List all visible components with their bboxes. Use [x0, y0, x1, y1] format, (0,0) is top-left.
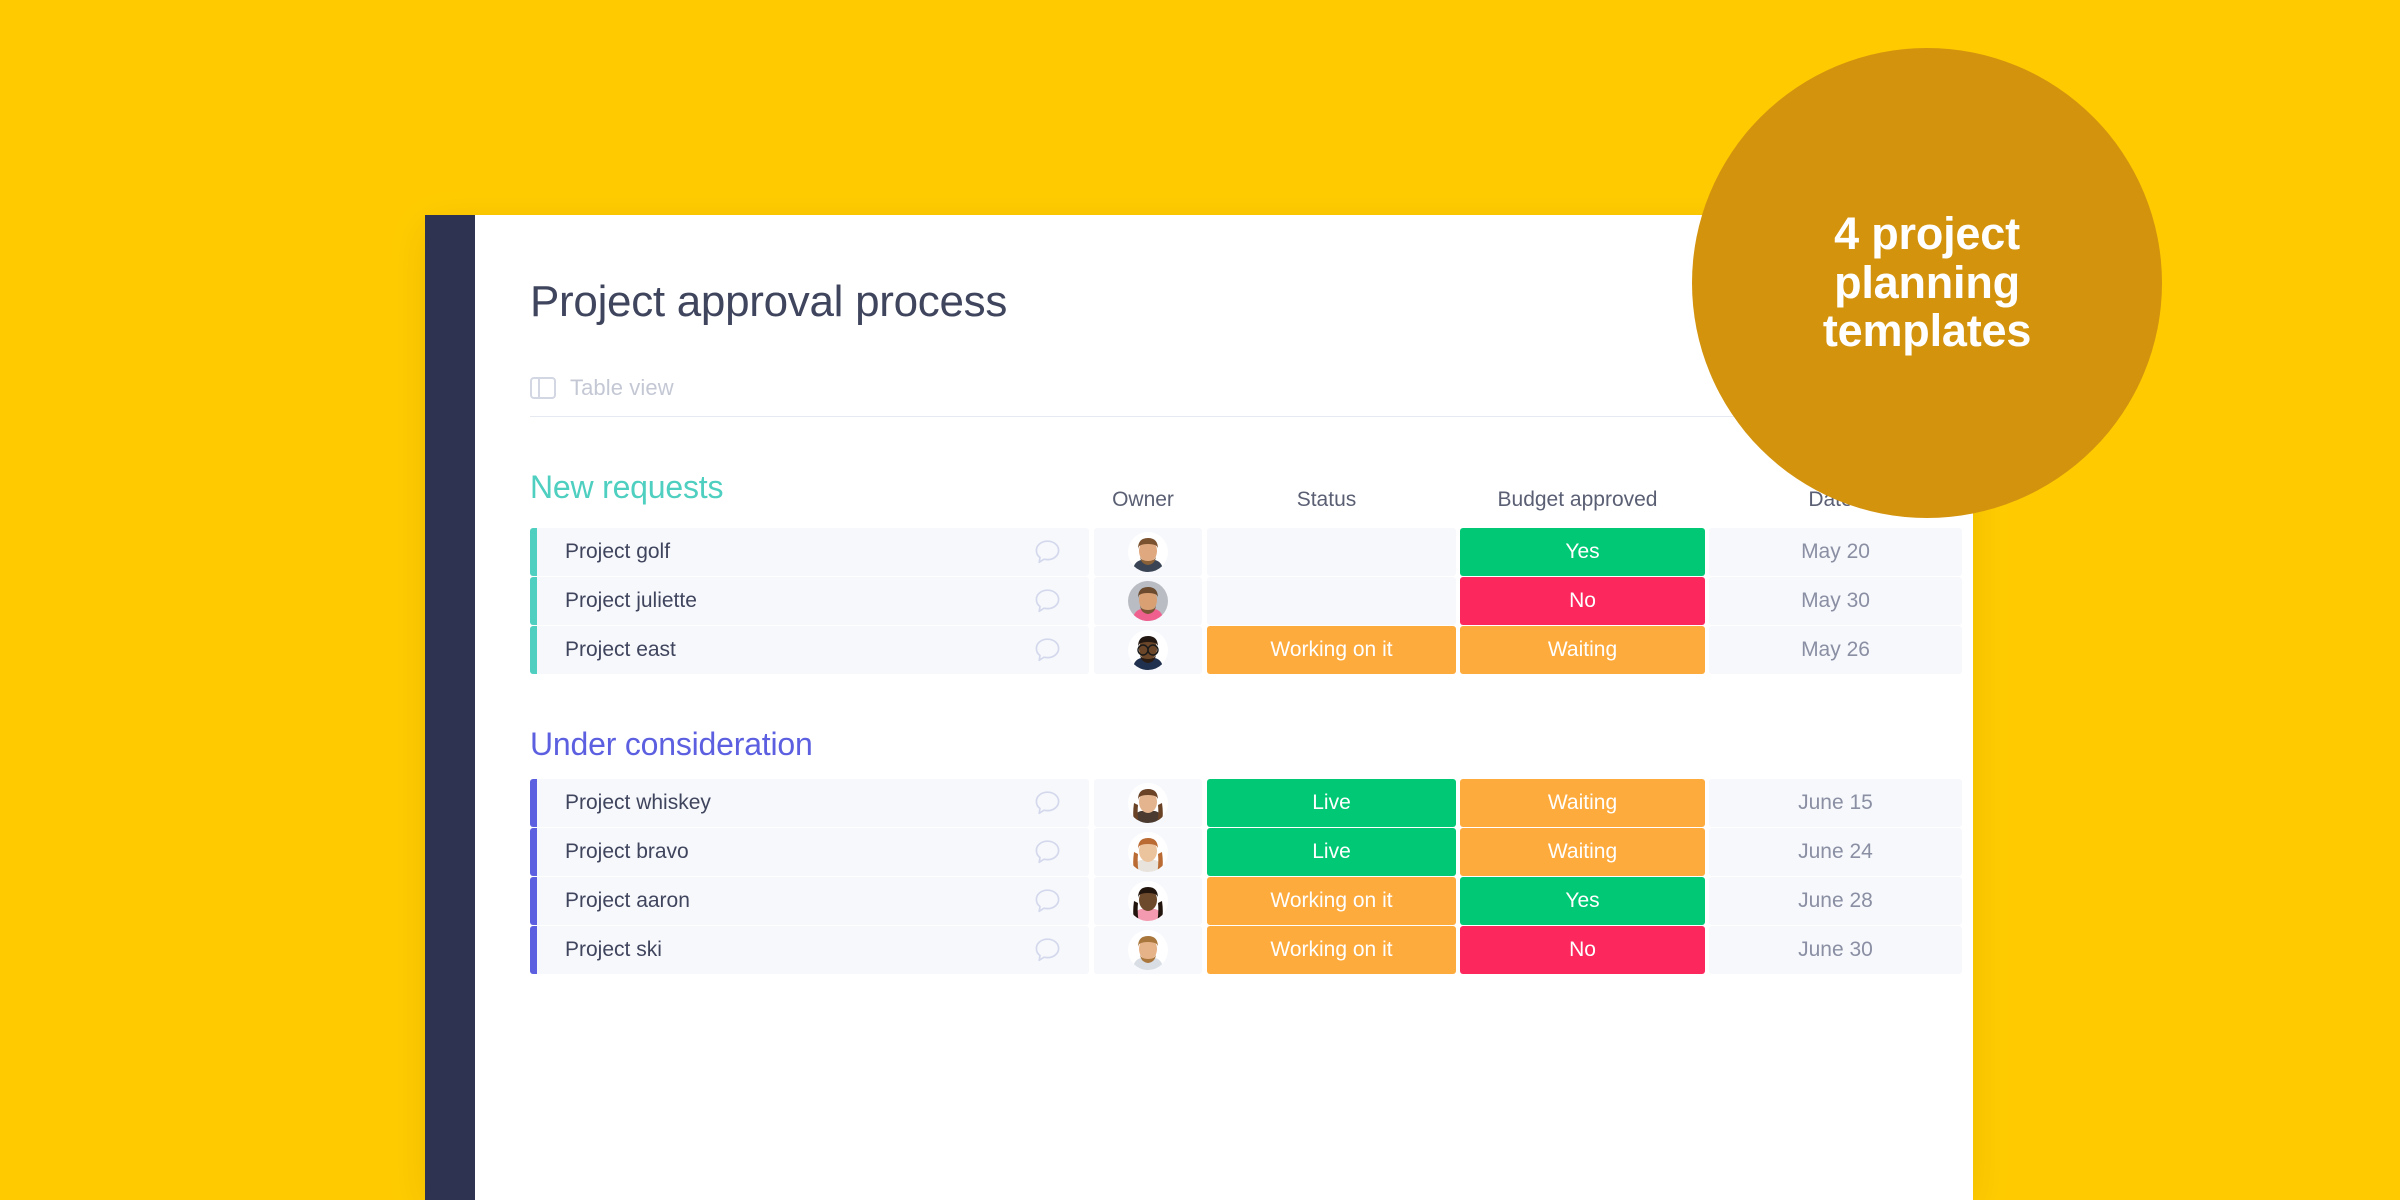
row-name-cell[interactable]: Project ski [537, 926, 1089, 974]
row-owner-cell[interactable] [1094, 528, 1202, 576]
avatar [1128, 930, 1168, 970]
status-badge[interactable]: Live [1207, 779, 1456, 827]
avatar [1128, 630, 1168, 670]
comment-bubble-icon[interactable] [1034, 539, 1061, 565]
status-badge[interactable]: Working on it [1207, 626, 1456, 674]
table-row[interactable]: Project golf Yes May 20 [530, 528, 1962, 576]
status-badge[interactable]: Working on it [1207, 877, 1456, 925]
comment-bubble-icon[interactable] [1034, 888, 1061, 914]
row-owner-cell[interactable] [1094, 577, 1202, 625]
row-accent-bar [530, 926, 537, 974]
comment-bubble-icon[interactable] [1034, 637, 1061, 663]
task-name: Project juliette [565, 589, 697, 612]
group-title[interactable]: Under consideration [530, 726, 1933, 763]
comment-bubble-icon[interactable] [1034, 790, 1061, 816]
row-name-cell[interactable]: Project juliette [537, 577, 1089, 625]
table-row[interactable]: Project juliette No May 30 [530, 577, 1962, 625]
row-accent-bar [530, 577, 537, 625]
comment-bubble-icon[interactable] [1034, 839, 1061, 865]
comment-bubble-icon[interactable] [1034, 937, 1061, 963]
date-cell[interactable]: May 30 [1709, 577, 1962, 625]
left-nav-rail[interactable] [425, 215, 475, 1200]
table-row[interactable]: Project bravo Live Waiting June 24 [530, 828, 1962, 876]
status-badge[interactable] [1207, 577, 1456, 625]
task-name: Project east [565, 638, 676, 661]
row-accent-bar [530, 828, 537, 876]
promo-badge-text: 4 project planning templates [1822, 208, 2032, 357]
group-rows: Project whiskey Live Waiting June 15 Pro… [530, 779, 1962, 974]
row-accent-bar [530, 779, 537, 827]
table-row[interactable]: Project aaron Working on it Yes June 28 [530, 877, 1962, 925]
table-view-icon [530, 377, 556, 399]
status-badge[interactable] [1207, 528, 1456, 576]
date-cell[interactable]: June 24 [1709, 828, 1962, 876]
tab-table-view[interactable]: Table view [570, 375, 674, 401]
avatar [1128, 881, 1168, 921]
task-name: Project ski [565, 938, 662, 961]
avatar [1128, 832, 1168, 872]
status-badge[interactable]: Working on it [1207, 926, 1456, 974]
date-cell[interactable]: May 20 [1709, 528, 1962, 576]
group: Under consideration Project whiskey Live… [530, 726, 1962, 974]
row-name-cell[interactable]: Project whiskey [537, 779, 1089, 827]
status-badge[interactable]: Live [1207, 828, 1456, 876]
date-cell[interactable]: June 28 [1709, 877, 1962, 925]
row-accent-bar [530, 877, 537, 925]
row-name-cell[interactable]: Project bravo [537, 828, 1089, 876]
budget-badge[interactable]: Waiting [1460, 779, 1705, 827]
budget-badge[interactable]: No [1460, 926, 1705, 974]
group: New requests Owner Status Budget approve… [530, 469, 1962, 674]
group-rows: Project golf Yes May 20 Project juliette [530, 528, 1962, 674]
row-name-cell[interactable]: Project aaron [537, 877, 1089, 925]
row-owner-cell[interactable] [1094, 877, 1202, 925]
row-owner-cell[interactable] [1094, 626, 1202, 674]
row-owner-cell[interactable] [1094, 828, 1202, 876]
budget-badge[interactable]: Yes [1460, 877, 1705, 925]
budget-badge[interactable]: No [1460, 577, 1705, 625]
row-name-cell[interactable]: Project golf [537, 528, 1089, 576]
row-owner-cell[interactable] [1094, 926, 1202, 974]
date-cell[interactable]: May 26 [1709, 626, 1962, 674]
avatar [1128, 532, 1168, 572]
budget-badge[interactable]: Waiting [1460, 828, 1705, 876]
promo-badge[interactable]: 4 project planning templates [1692, 48, 2162, 518]
row-owner-cell[interactable] [1094, 779, 1202, 827]
budget-badge[interactable]: Waiting [1460, 626, 1705, 674]
task-name: Project whiskey [565, 791, 711, 814]
groups-container: New requests Owner Status Budget approve… [530, 469, 1962, 974]
date-cell[interactable]: June 30 [1709, 926, 1962, 974]
row-accent-bar [530, 528, 537, 576]
row-accent-bar [530, 626, 537, 674]
table-row[interactable]: Project east Working on it Waiting May 2… [530, 626, 1962, 674]
table-row[interactable]: Project ski Working on it No June 30 [530, 926, 1962, 974]
group-title[interactable]: New requests [530, 469, 1933, 506]
avatar [1128, 581, 1168, 621]
comment-bubble-icon[interactable] [1034, 588, 1061, 614]
date-cell[interactable]: June 15 [1709, 779, 1962, 827]
task-name: Project aaron [565, 889, 690, 912]
table-row[interactable]: Project whiskey Live Waiting June 15 [530, 779, 1962, 827]
avatar [1128, 783, 1168, 823]
budget-badge[interactable]: Yes [1460, 528, 1705, 576]
row-name-cell[interactable]: Project east [537, 626, 1089, 674]
task-name: Project golf [565, 540, 671, 563]
task-name: Project bravo [565, 840, 689, 863]
